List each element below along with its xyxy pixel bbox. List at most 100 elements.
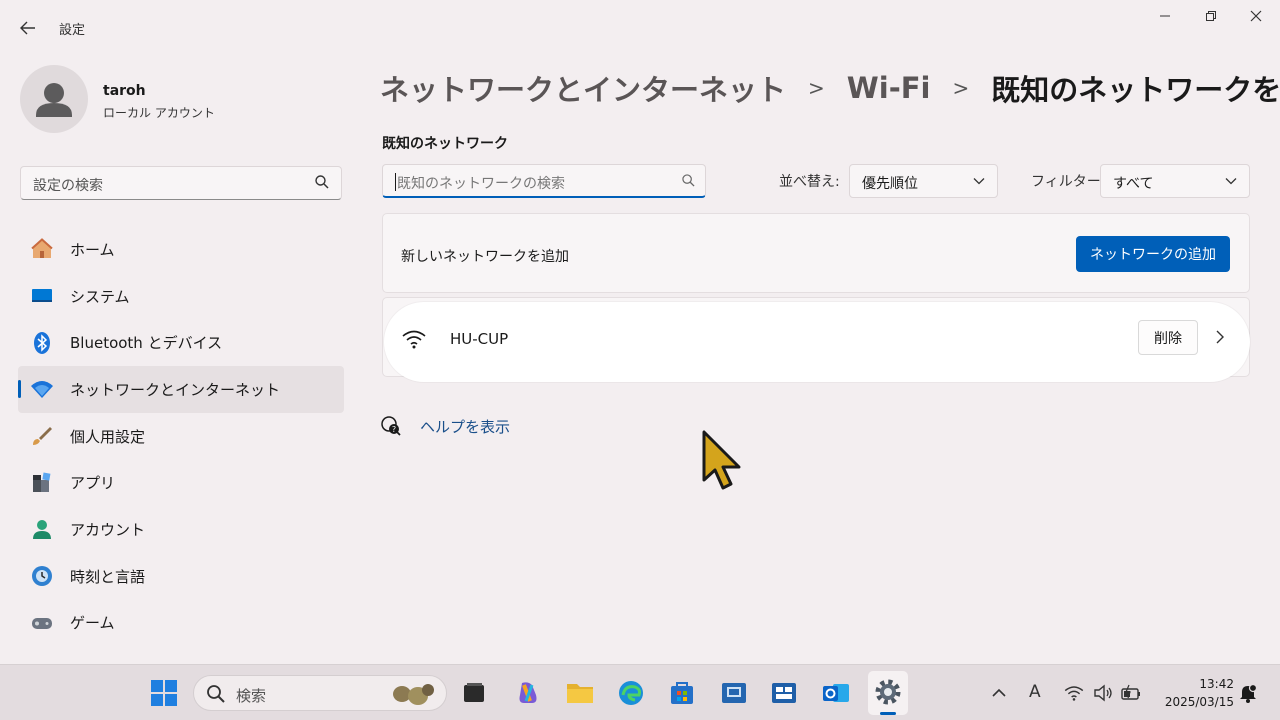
help-label: ヘルプを表示 <box>420 417 511 436</box>
home-icon <box>30 237 54 261</box>
breadcrumb: ネットワークとインターネット > Wi-Fi > 既知のネットワークを管理 <box>380 66 1280 110</box>
settings-search-placeholder: 設定の検索 <box>33 178 103 194</box>
remote-desktop-icon <box>722 683 746 703</box>
show-hidden-icons-button[interactable] <box>984 677 1014 709</box>
chevron-right-icon[interactable] <box>1214 330 1226 344</box>
filter-value: すべて <box>1113 176 1154 192</box>
store-button[interactable] <box>666 677 698 709</box>
add-network-card: 新しいネットワークを追加 ネットワークの追加 <box>382 213 1250 293</box>
chevron-right-icon: > <box>952 76 970 100</box>
taskbar-search-placeholder: 検索 <box>236 687 267 705</box>
sidebar-item-label: ネットワークとインターネット <box>70 380 281 399</box>
copilot-button[interactable] <box>512 677 544 709</box>
active-indicator <box>18 380 21 399</box>
app-button-2[interactable] <box>768 677 800 709</box>
page-title: 既知のネットワークを管理 <box>991 73 1280 107</box>
gear-icon <box>875 679 901 705</box>
sidebar-item-gaming[interactable]: ゲーム <box>18 600 344 647</box>
sidebar-item-label: システム <box>70 287 130 306</box>
text-caret <box>395 173 396 191</box>
delete-network-button[interactable]: 削除 <box>1138 320 1198 355</box>
sidebar-item-network[interactable]: ネットワークとインターネット <box>18 366 344 413</box>
mouse-cursor-icon <box>702 430 741 490</box>
sidebar-item-apps[interactable]: アプリ <box>18 459 344 506</box>
svg-text:?: ? <box>392 425 396 434</box>
app-button-1[interactable] <box>718 677 750 709</box>
notification-bell-icon[interactable] <box>1238 683 1258 703</box>
network-name: HU-CUP <box>450 330 509 348</box>
settings-search-input[interactable]: 設定の検索 <box>20 166 342 200</box>
sidebar-item-label: 時刻と言語 <box>70 567 146 586</box>
outlook-button[interactable] <box>820 677 852 709</box>
network-row-highlight[interactable]: HU-CUP 削除 <box>384 302 1250 382</box>
title-bar: 設定 <box>0 0 1280 56</box>
copilot-icon <box>519 682 537 703</box>
person-icon <box>36 83 72 117</box>
time-language-icon <box>30 564 54 588</box>
minimize-icon <box>1160 15 1170 17</box>
apps-icon <box>30 471 54 495</box>
section-title: 既知のネットワーク <box>382 136 508 152</box>
taskbar: 検索 A 13:42 2025/03/15 <box>0 664 1280 720</box>
file-explorer-button[interactable] <box>564 677 596 709</box>
sidebar-item-label: Bluetooth とデバイス <box>70 334 223 353</box>
folder-icon <box>567 684 593 703</box>
close-icon <box>1250 10 1262 22</box>
chevron-right-icon: > <box>808 76 825 100</box>
help-link[interactable]: ? ヘルプを表示 <box>380 415 510 437</box>
network-icon <box>30 377 54 401</box>
volume-icon[interactable] <box>1093 684 1113 702</box>
sidebar-item-bluetooth[interactable]: Bluetooth とデバイス <box>18 319 344 366</box>
sidebar-item-time-language[interactable]: 時刻と言語 <box>18 553 344 600</box>
restore-icon <box>1206 11 1216 21</box>
chevron-down-icon <box>973 178 985 185</box>
sidebar-item-label: アカウント <box>70 520 146 539</box>
filter-dropdown[interactable]: すべて <box>1100 164 1250 198</box>
sidebar-item-label: ホーム <box>70 240 115 259</box>
sidebar-item-home[interactable]: ホーム <box>18 226 344 273</box>
breadcrumb-network[interactable]: ネットワークとインターネット <box>380 67 786 109</box>
settings-taskbar-button[interactable] <box>868 671 908 715</box>
task-view-button[interactable] <box>458 677 490 709</box>
filter-label: フィルター: <box>1031 174 1106 190</box>
account-icon <box>30 517 54 541</box>
close-button[interactable] <box>1233 4 1279 28</box>
store-icon <box>671 682 693 704</box>
wifi-icon <box>402 330 426 349</box>
clock-time: 13:42 <box>1199 677 1234 691</box>
clock[interactable]: 13:42 2025/03/15 <box>1154 675 1234 711</box>
sidebar-item-personalization[interactable]: 個人用設定 <box>18 413 344 460</box>
breadcrumb-wifi[interactable]: Wi-Fi <box>847 71 931 105</box>
settings-window: 設定 taroh ローカル アカウント 設定の検索 ホーム システム Bluet… <box>0 0 1280 664</box>
sidebar-item-label: アプリ <box>70 474 116 493</box>
search-highlight-icon <box>393 684 434 705</box>
known-network-search-input[interactable]: 既知のネットワークの検索 <box>382 164 706 198</box>
clock-date: 2025/03/15 <box>1164 695 1234 709</box>
search-icon <box>315 175 329 189</box>
sidebar-nav: ホーム システム Bluetooth とデバイス ネットワークとインターネット <box>18 226 344 646</box>
sidebar-item-system[interactable]: システム <box>18 273 344 320</box>
wifi-icon[interactable] <box>1064 685 1084 701</box>
sort-value: 優先順位 <box>862 176 918 192</box>
add-network-text: 新しいネットワークを追加 <box>401 249 569 265</box>
minimize-button[interactable] <box>1142 4 1188 28</box>
avatar[interactable] <box>20 65 88 133</box>
battery-icon[interactable] <box>1120 684 1142 702</box>
active-app-indicator <box>880 712 896 715</box>
task-view-icon <box>464 683 484 702</box>
restore-button[interactable] <box>1188 4 1234 28</box>
arrow-left-icon <box>20 21 35 35</box>
calendar-app-icon <box>772 683 796 703</box>
edge-button[interactable] <box>615 677 647 709</box>
chevron-down-icon <box>1225 178 1237 185</box>
chevron-up-icon <box>992 688 1006 697</box>
back-button[interactable] <box>14 14 42 42</box>
system-icon <box>30 284 54 308</box>
sidebar-item-accounts[interactable]: アカウント <box>18 506 344 553</box>
sort-dropdown[interactable]: 優先順位 <box>849 164 998 198</box>
start-button[interactable] <box>148 677 180 709</box>
add-network-button[interactable]: ネットワークの追加 <box>1076 236 1230 272</box>
taskbar-search-input[interactable]: 検索 <box>193 675 447 711</box>
ime-indicator[interactable]: A <box>1029 682 1041 702</box>
sidebar-item-label: ゲーム <box>70 614 115 633</box>
